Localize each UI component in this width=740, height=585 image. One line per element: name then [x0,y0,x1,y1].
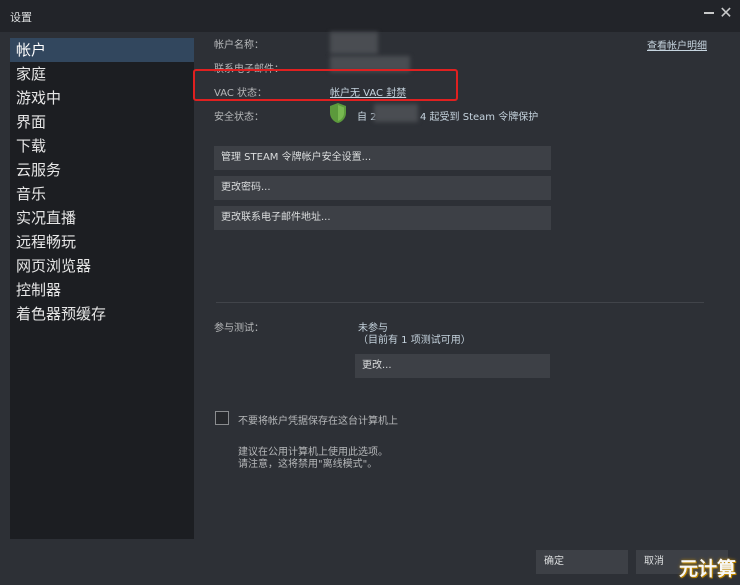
title-bar: 设置 ✕ [0,0,740,32]
sidebar-item-music[interactable]: 音乐 [10,182,194,206]
sidebar-item-account[interactable]: 帐户 [10,38,194,62]
sidebar-item-broadcasting[interactable]: 实况直播 [10,206,194,230]
sidebar-item-family[interactable]: 家庭 [10,62,194,86]
sidebar-item-in-game[interactable]: 游戏中 [10,86,194,110]
manage-steam-guard-button[interactable]: 管理 STEAM 令牌帐户安全设置... [214,146,551,170]
watermark-logo: 元计算 [678,558,736,580]
window-title: 设置 [10,11,32,24]
credentials-note-2: 请注意，这将禁用"离线模式"。 [238,459,378,470]
beta-available: （目前有 1 项测试可用） [358,335,471,346]
sidebar-item-controller[interactable]: 控制器 [10,278,194,302]
view-account-details-link[interactable]: 查看帐户明细 [647,37,707,52]
sidebar-item-downloads[interactable]: 下载 [10,134,194,158]
sidebar-item-remote-play[interactable]: 远程畅玩 [10,230,194,254]
sidebar-item-web-browser[interactable]: 网页浏览器 [10,254,194,278]
change-email-button[interactable]: 更改联系电子邮件地址... [214,206,551,230]
ok-button[interactable]: 确定 [536,550,628,574]
redacted-date [374,104,418,122]
dont-save-credentials-label[interactable]: 不要将帐户凭据保存在这台计算机上 [238,412,398,427]
security-status-label: 安全状态： [214,112,264,123]
sidebar-item-shader-cache[interactable]: 着色器预缓存 [10,302,194,326]
security-status-text: 4 起受到 Steam 令牌保护 [420,112,539,123]
settings-sidebar: 帐户 家庭 游戏中 界面 下载 云服务 音乐 实况直播 远程畅玩 网页浏览器 控… [10,38,194,539]
shield-icon [330,103,346,123]
vac-highlight-box [193,69,458,101]
settings-window: 设置 ✕ 帐户 家庭 游戏中 界面 下载 云服务 音乐 实况直播 远程畅玩 网页… [0,0,740,585]
account-name-label: 帐户名称： [214,40,264,51]
sidebar-item-cloud[interactable]: 云服务 [10,158,194,182]
sidebar-item-interface[interactable]: 界面 [10,110,194,134]
close-icon[interactable]: ✕ [718,4,734,22]
section-divider [216,302,704,303]
change-beta-button[interactable]: 更改... [355,354,550,378]
change-password-button[interactable]: 更改密码... [214,176,551,200]
account-panel: 帐户名称： 查看帐户明细 联系电子邮件： VAC 状态： 帐户无 VAC 封禁 … [194,32,732,539]
beta-participation-label: 参与测试： [214,323,264,334]
redacted-account-name [330,32,378,54]
dont-save-credentials-checkbox[interactable] [215,411,229,425]
minimize-icon[interactable] [704,12,714,14]
